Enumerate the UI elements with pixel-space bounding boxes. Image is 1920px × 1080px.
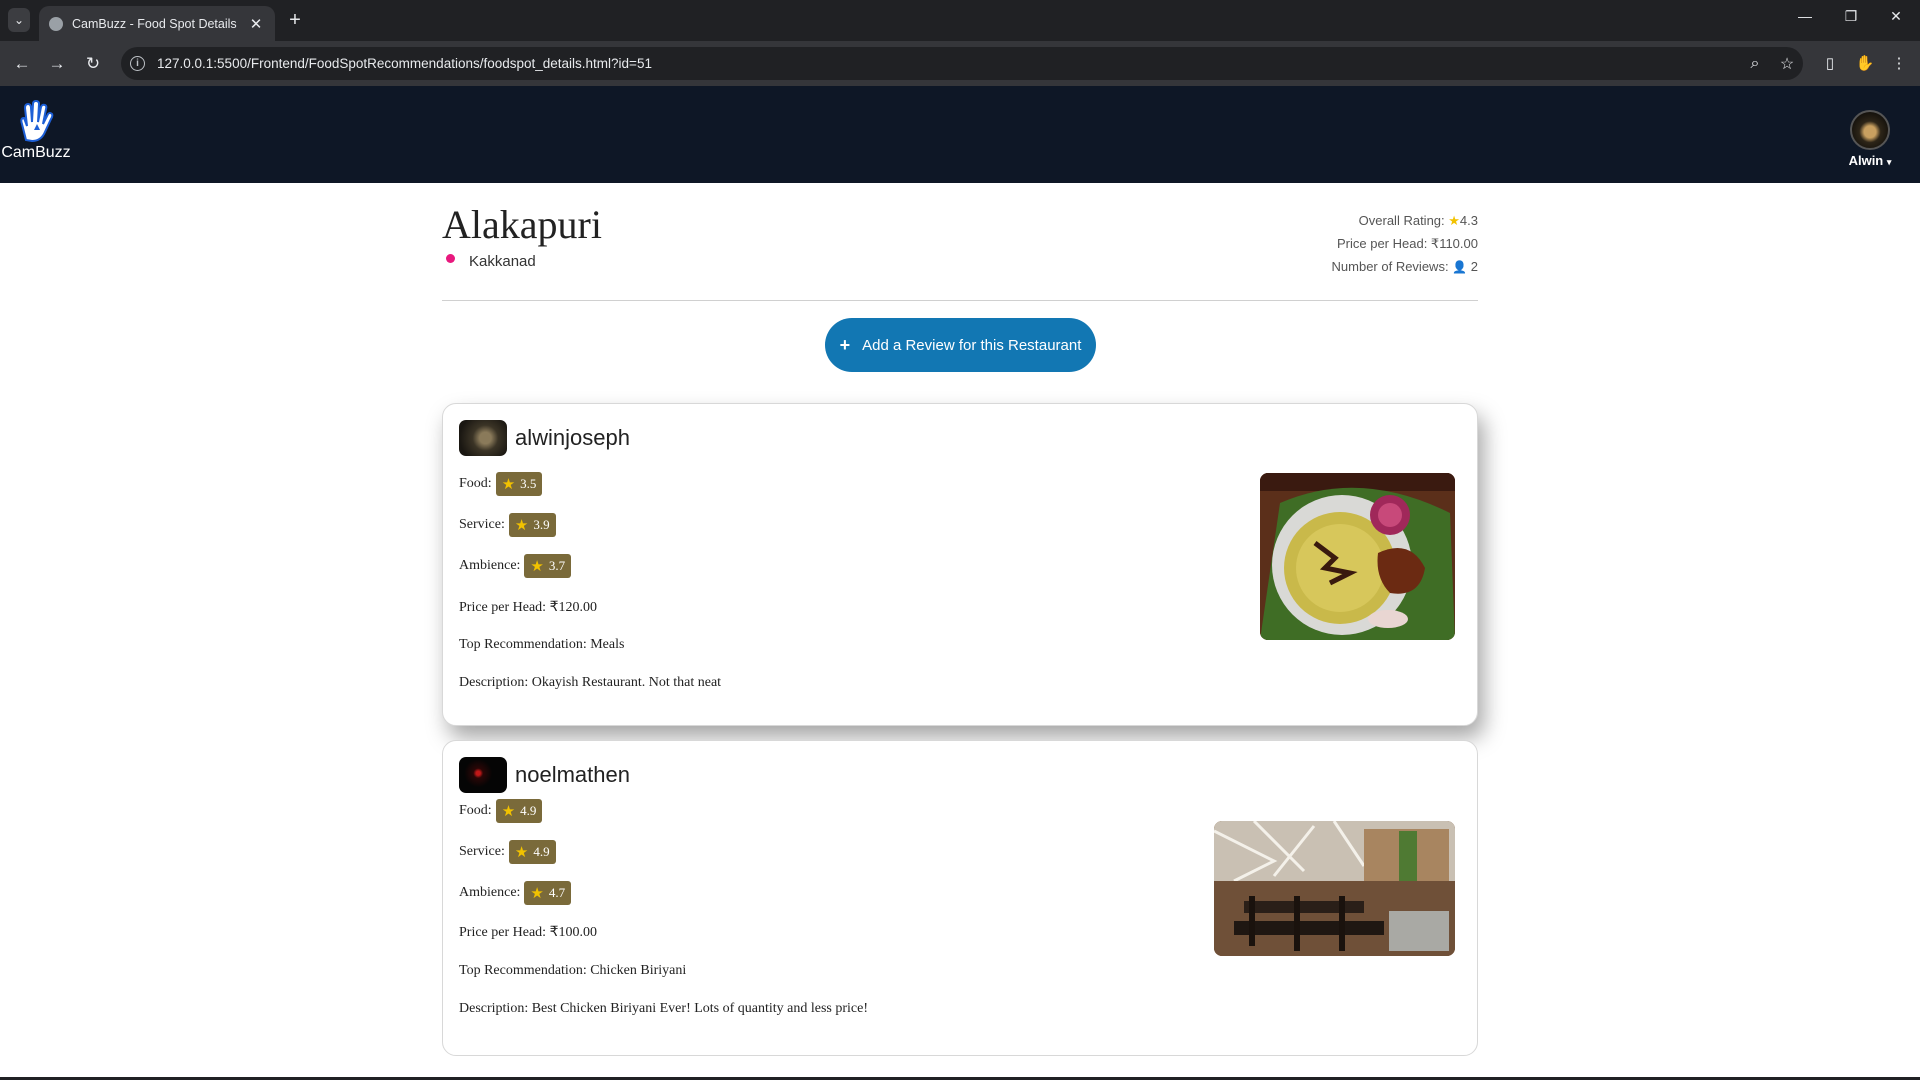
review-card: noelmathen Food: ★ 4.9 Service: ★ 4.9 Ambi… — [442, 740, 1478, 1056]
rating-badge: ★ 4.9 — [508, 840, 556, 864]
review-description: Description: Okayish Restaurant. Not tha… — [459, 675, 722, 690]
close-tab-icon[interactable]: ✕ — [247, 15, 265, 33]
food-rating: Food: ★ 4.9 — [459, 799, 543, 823]
food-label: Food: — [459, 476, 492, 491]
overall-rating-value: 4.3 — [1459, 213, 1478, 228]
number-of-reviews: Number of Reviews: 👤 2 — [1332, 255, 1478, 279]
review-description: Description: Best Chicken Biriyani Ever!… — [459, 1001, 869, 1016]
review-top-recommendation: Top Recommendation: Meals — [459, 637, 625, 652]
bookmark-star-icon[interactable]: ☆ — [1771, 54, 1803, 74]
url-text: 127.0.0.1:5500/Frontend/FoodSpotRecommen… — [157, 56, 652, 71]
reviews-count: 2 — [1470, 259, 1478, 274]
plus-icon: + — [839, 334, 851, 355]
star-icon: ★ — [501, 476, 516, 493]
site-info-icon[interactable]: i — [130, 56, 145, 71]
user-name-row: Alwin ▾ — [1842, 153, 1898, 168]
service-label: Service: — [459, 517, 505, 532]
restaurant-meta: Overall Rating: ★4.3 Price per Head: ₹11… — [1332, 209, 1478, 279]
price-per-head: Price per Head: ₹110.00 — [1336, 236, 1478, 251]
rating-badge: ★ 4.7 — [524, 881, 572, 905]
ambience-value: 3.7 — [548, 558, 566, 573]
service-rating: Service: ★ 3.9 — [459, 513, 556, 537]
star-icon: ★ — [501, 803, 516, 820]
location-pin-icon — [446, 254, 455, 263]
side-panel-icon[interactable]: ▯ — [1817, 51, 1843, 77]
overall-rating: Overall Rating: ★4.3 — [1332, 209, 1478, 232]
browser-tab-bar: ⌄ CamBuzz - Food Spot Details ✕ + — ❐ ✕ — [0, 0, 1920, 41]
close-window-button[interactable]: ✕ — [1881, 8, 1911, 25]
tab-title: CamBuzz - Food Spot Details — [72, 16, 237, 31]
add-review-label: Add a Review for this Restaurant — [862, 336, 1082, 354]
restaurant-location: Kakkanad — [446, 253, 536, 270]
browser-toolbar: ← → ↻ i 127.0.0.1:5500/Frontend/FoodSpot… — [0, 41, 1920, 86]
minimize-button[interactable]: — — [1790, 8, 1820, 24]
browser-menu-icon[interactable]: ⋮ — [1886, 51, 1912, 77]
rating-badge: ★ 4.9 — [495, 799, 543, 823]
service-label: Service: — [459, 844, 505, 859]
reload-button[interactable]: ↻ — [80, 51, 106, 77]
brand-name: CamBuzz — [1, 144, 71, 161]
reviewer: alwinjoseph — [459, 420, 630, 456]
globe-icon — [49, 16, 63, 31]
service-value: 4.9 — [533, 844, 550, 859]
reviewer-avatar — [459, 420, 507, 456]
new-tab-button[interactable]: + — [283, 9, 307, 31]
ambience-value: 4.7 — [548, 885, 566, 900]
address-bar[interactable]: i 127.0.0.1:5500/Frontend/FoodSpotRecomm… — [121, 47, 1803, 80]
site-header: CamBuzz Alwin ▾ — [0, 86, 1920, 183]
star-icon: ★ — [530, 558, 544, 575]
food-value: 4.9 — [520, 803, 537, 818]
zoom-icon[interactable]: ⌕ — [1739, 55, 1771, 73]
ambience-label: Ambience: — [459, 885, 521, 900]
review-photo — [1260, 473, 1455, 640]
service-rating: Service: ★ 4.9 — [459, 840, 556, 864]
person-icon: 👤 — [1452, 260, 1468, 274]
divider — [442, 300, 1478, 301]
hand-logo-icon — [14, 99, 58, 143]
tab-search-button[interactable]: ⌄ — [8, 8, 30, 32]
food-value: 3.5 — [520, 476, 537, 491]
location-text: Kakkanad — [469, 253, 536, 270]
back-button[interactable]: ← — [9, 51, 35, 77]
brand[interactable]: CamBuzz — [0, 99, 72, 162]
review-card: alwinjoseph Food: ★ 3.5 Service: ★ 3.9 Amb… — [442, 403, 1478, 726]
reviewer-avatar — [459, 757, 507, 793]
ambience-rating: Ambience: ★ 3.7 — [459, 554, 572, 578]
food-label: Food: — [459, 803, 492, 818]
forward-button[interactable]: → — [44, 51, 70, 77]
reviews-label: Number of Reviews: — [1331, 259, 1449, 274]
star-icon: ★ — [514, 517, 529, 534]
review-photo — [1214, 821, 1455, 956]
caret-down-icon: ▾ — [1886, 157, 1892, 167]
restaurant-name: Alakapuri — [442, 202, 602, 247]
browser-tab[interactable]: CamBuzz - Food Spot Details ✕ — [39, 6, 275, 41]
overall-rating-label: Overall Rating: — [1358, 213, 1445, 228]
ambience-rating: Ambience: ★ 4.7 — [459, 881, 572, 905]
star-icon: ★ — [1448, 213, 1460, 228]
service-value: 3.9 — [533, 517, 550, 532]
restore-button[interactable]: ❐ — [1836, 8, 1866, 25]
rating-badge: ★ 3.5 — [495, 472, 543, 496]
user-name: Alwin — [1848, 153, 1884, 168]
review-price: Price per Head: ₹100.00 — [459, 925, 597, 940]
rating-badge: ★ 3.9 — [508, 513, 556, 537]
extension-icon[interactable]: ✋ — [1852, 51, 1878, 77]
reviewer: noelmathen — [459, 757, 630, 793]
user-avatar — [1850, 110, 1890, 150]
user-menu[interactable]: Alwin ▾ — [1842, 110, 1898, 168]
food-rating: Food: ★ 3.5 — [459, 472, 543, 496]
rating-badge: ★ 3.7 — [524, 554, 572, 578]
ambience-label: Ambience: — [459, 558, 521, 573]
reviewer-name: alwinjoseph — [515, 425, 630, 450]
star-icon: ★ — [514, 844, 529, 861]
review-top-recommendation: Top Recommendation: Chicken Biriyani — [459, 963, 687, 978]
reviewer-name: noelmathen — [515, 762, 630, 787]
add-review-button[interactable]: + Add a Review for this Restaurant — [825, 318, 1096, 372]
star-icon: ★ — [530, 885, 544, 902]
review-price: Price per Head: ₹120.00 — [459, 600, 597, 615]
